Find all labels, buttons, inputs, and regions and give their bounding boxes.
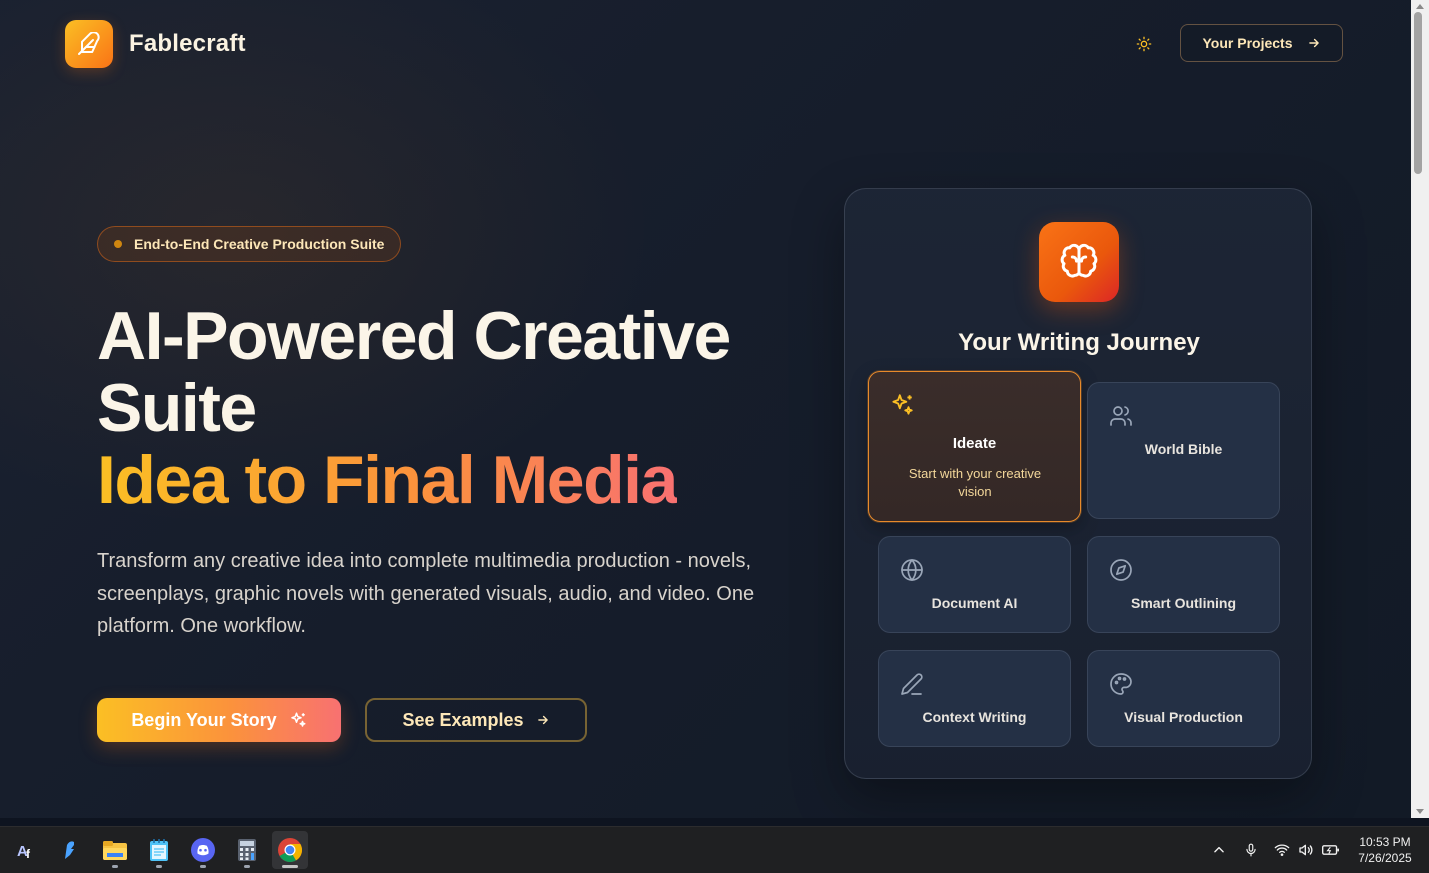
scroll-down-icon[interactable] [1416,809,1424,814]
brain-icon [1039,222,1119,302]
clock-date: 7/26/2025 [1358,851,1412,865]
window-bottom-edge [0,818,1429,826]
running-indicator [282,865,298,868]
scroll-up-icon[interactable] [1416,4,1424,9]
arrow-right-icon [1308,38,1319,48]
step-label: Document AI [931,595,1018,611]
badge-dot-icon [114,240,122,248]
step-label: Ideate [952,435,997,452]
your-projects-button[interactable]: Your Projects [1180,24,1343,62]
chrome-icon[interactable] [272,831,308,869]
step-smart-outlining[interactable]: Smart Outlining [1087,536,1280,633]
sparkles-icon [889,392,915,418]
system-clock[interactable]: 10:53 PM 7/26/2025 [1350,834,1420,866]
arrow-right-icon [537,715,548,725]
page-scrollbar[interactable] [1411,0,1429,818]
begin-your-story-label: Begin Your Story [131,709,277,730]
theme-toggle-button[interactable] [1132,32,1156,56]
pen-icon [899,671,925,697]
calculator-icon[interactable] [229,831,265,869]
writing-journey-card: Your Writing Journey Ideate Start with y… [844,188,1312,779]
notepad-icon[interactable] [141,831,177,869]
feather-icon [65,20,113,68]
step-label: Smart Outlining [1131,595,1236,611]
hero-description: Transform any creative idea into complet… [97,550,755,637]
step-world-bible[interactable]: World Bible [1087,382,1280,519]
feature-badge: End-to-End Creative Production Suite [97,226,402,262]
brand-name: Fablecraft [129,30,246,57]
affinity-app-icon[interactable]: Af [9,831,45,869]
step-visual-production[interactable]: Visual Production [1087,650,1280,747]
taskbar: Af 10:53 PM 7/26/2025 [0,826,1429,873]
step-description: Start with your creative vision [908,466,1042,499]
step-ideate[interactable]: Ideate Start with your creative vision [868,371,1081,522]
running-indicator [200,865,206,868]
step-label: Visual Production [1124,709,1243,725]
hero-accent-title: Idea to Final Media [97,442,678,518]
begin-your-story-button[interactable]: Begin Your Story [97,698,341,742]
volume-icon[interactable] [1296,841,1316,859]
step-document-ai[interactable]: Document AI [878,536,1071,633]
your-projects-label: Your Projects [1202,35,1293,51]
badge-label: End-to-End Creative Production Suite [134,236,385,252]
clock-time: 10:53 PM [1359,835,1411,849]
step-label: World Bible [1144,441,1223,457]
hero-title: AI-Powered Creative Suite [97,298,731,446]
chevron-up-icon[interactable] [1209,841,1229,859]
see-examples-button[interactable]: See Examples [365,698,587,742]
step-context-writing[interactable]: Context Writing [878,650,1071,747]
battery-icon[interactable] [1321,841,1341,859]
file-explorer-icon[interactable] [97,831,133,869]
compass-icon [1108,557,1134,583]
page: Fablecraft Your Projects End-to-End Crea… [0,0,1411,818]
svg-text:f: f [26,847,31,861]
wifi-icon[interactable] [1272,841,1292,859]
running-indicator [112,865,118,868]
palette-icon [1108,671,1134,697]
running-indicator [156,865,162,868]
scroll-thumb[interactable] [1414,12,1422,174]
pen-app-icon[interactable] [52,831,88,869]
step-label: Context Writing [922,709,1027,725]
see-examples-label: See Examples [402,709,524,730]
journey-title: Your Writing Journey [958,329,1200,356]
sparkles-icon [290,712,306,727]
sun-icon [1136,36,1152,52]
microphone-icon[interactable] [1241,841,1261,859]
users-icon [1108,403,1134,429]
running-indicator [244,865,250,868]
globe-icon [899,557,925,583]
discord-icon[interactable] [185,831,221,869]
brand-logo[interactable]: Fablecraft [65,20,246,68]
